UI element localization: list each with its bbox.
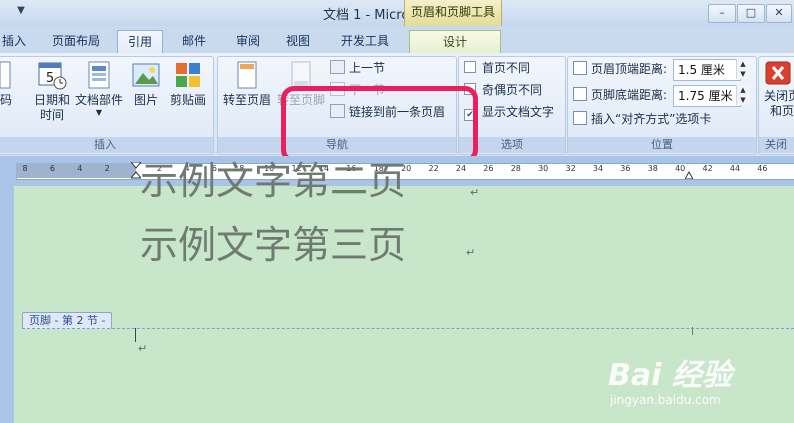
tab-review[interactable]: 审阅: [226, 30, 270, 52]
goto-header-button[interactable]: 转至页眉: [220, 60, 274, 108]
ruler-tick-label: 22: [428, 164, 439, 173]
minimize-button[interactable]: –: [708, 4, 736, 23]
show-document-text-label: 显示文档文字: [482, 105, 555, 119]
insert-alignment-tab-button[interactable]: 插入“对齐方式”选项卡: [573, 110, 711, 128]
ruler-tick-label: 2: [104, 164, 110, 173]
ruler-tick-label: 6: [49, 164, 55, 173]
tab-developer[interactable]: 开发工具: [332, 30, 398, 52]
page-number-label: 码: [0, 93, 12, 107]
document-line-page3[interactable]: 示例文字第三页: [140, 214, 406, 269]
tab-view[interactable]: 视图: [276, 30, 320, 52]
ruler-tick-label: 28: [510, 164, 521, 173]
footer-boundary-line: [22, 328, 794, 329]
header-from-top-label: 页眉顶端距离:: [591, 62, 668, 76]
picture-icon: [132, 63, 160, 87]
ruler-tick-label: 38: [647, 164, 658, 173]
page-number-button[interactable]: 码: [0, 60, 14, 108]
ruler-tick-label: 46: [757, 164, 768, 173]
date-time-label: 日期和 时间: [33, 93, 70, 122]
vertical-ruler-area: [0, 186, 14, 423]
ruler-tick-label: 26: [483, 164, 494, 173]
previous-section-button[interactable]: 上一节: [330, 59, 385, 77]
clipart-label: 剪贴画: [169, 93, 206, 107]
window-title: 文档 1 - Microsoft Word: [322, 8, 472, 23]
goto-header-icon: [237, 61, 257, 89]
footer-from-bottom-label: 页脚底端距离:: [591, 88, 668, 102]
ruler-tick-label: 8: [22, 164, 28, 173]
document-line-page2[interactable]: 示例文字第二页: [140, 160, 406, 200]
tab-page-layout[interactable]: 页面布局: [46, 30, 106, 52]
tab-insert[interactable]: 插入: [0, 30, 28, 52]
chevron-down-icon: ▼: [95, 108, 103, 117]
ruler-tick-label: 4: [77, 164, 83, 173]
quick-parts-button[interactable]: 文档部件 ▼: [72, 60, 126, 118]
group-position-label: 位置: [568, 137, 756, 153]
group-close-label: 关闭: [759, 137, 794, 153]
tab-mailings[interactable]: 邮件: [172, 30, 216, 52]
paragraph-mark-icon: ↵: [466, 246, 476, 259]
previous-section-label: 上一节: [349, 61, 386, 75]
text-cursor: [135, 328, 136, 342]
ruler-tick-label: 36: [620, 164, 631, 173]
quick-parts-label: 文档部件: [74, 93, 123, 107]
date-time-button[interactable]: 5 日期和 时间: [30, 60, 74, 123]
calendar-icon: 5: [38, 62, 67, 90]
document-line-page2-text: 示例文字第二页: [140, 160, 407, 200]
tab-references[interactable]: 引用: [117, 30, 163, 53]
close-header-footer-label: 关闭页 和页: [763, 89, 794, 118]
ruler-tick-label: 42: [702, 164, 713, 173]
alignment-tab-icon: [573, 111, 587, 125]
close-window-button[interactable]: ✕: [766, 4, 792, 23]
different-first-page-checkbox[interactable]: 首页不同: [464, 59, 530, 77]
tab-design[interactable]: 设计: [409, 30, 501, 53]
footer-from-bottom-spinner[interactable]: ▲ ▼: [736, 85, 749, 105]
annotation-highlight: [281, 86, 478, 163]
ruler-tick-label: 32: [565, 164, 576, 173]
insert-alignment-tab-label: 插入“对齐方式”选项卡: [591, 112, 712, 126]
header-from-top-input[interactable]: 1.5 厘米: [673, 59, 741, 81]
page-number-icon: [0, 61, 11, 89]
goto-header-label: 转至页眉: [222, 93, 271, 107]
different-first-page-label: 首页不同: [482, 61, 531, 75]
baidu-jingyan-watermark: Bai 经验 jingyan.baidu.com: [608, 350, 788, 420]
footer-tab-marker: [692, 327, 693, 335]
ruler-tick-label: 40: [675, 164, 686, 173]
close-header-footer-button[interactable]: 关闭页 和页: [762, 60, 794, 119]
header-position-icon: [573, 61, 587, 75]
footer-from-bottom-row: 页脚底端距离:: [573, 86, 667, 104]
ruler-tick-label: 34: [592, 164, 604, 173]
footer-section-tag: 页脚 - 第 2 节 -: [22, 312, 113, 329]
close-icon: [765, 61, 791, 85]
watermark-logo-text: Bai 经验: [608, 358, 732, 393]
svg-text:5: 5: [46, 71, 54, 86]
picture-button[interactable]: 图片: [128, 60, 164, 108]
checkbox-box: [464, 61, 476, 73]
ruler-tick-label: 30: [538, 164, 549, 173]
footer-from-bottom-input[interactable]: 1.75 厘米: [673, 85, 741, 107]
header-from-top-spinner[interactable]: ▲ ▼: [736, 59, 749, 79]
maximize-button[interactable]: □: [737, 4, 765, 23]
ruler-tick-label: 44: [729, 164, 741, 173]
paragraph-mark-icon: ↵: [470, 186, 480, 199]
clipart-button[interactable]: 剪贴画: [166, 60, 210, 108]
paragraph-mark-icon: ↵: [138, 342, 148, 355]
previous-section-icon: [330, 60, 345, 74]
header-from-top-row: 页眉顶端距离:: [573, 60, 667, 78]
clipart-icon: [176, 63, 200, 87]
watermark-url: jingyan.baidu.com: [610, 393, 721, 407]
doc-parts-icon: [88, 61, 110, 89]
picture-label: 图片: [133, 93, 158, 107]
group-insert-label: 插入: [0, 137, 213, 153]
footer-position-icon: [573, 87, 587, 101]
different-odd-even-label: 奇偶页不同: [482, 83, 543, 97]
contextual-tab-group-label: 页眉和页脚工具: [404, 0, 502, 26]
ruler-tick-label: 24: [455, 164, 467, 173]
